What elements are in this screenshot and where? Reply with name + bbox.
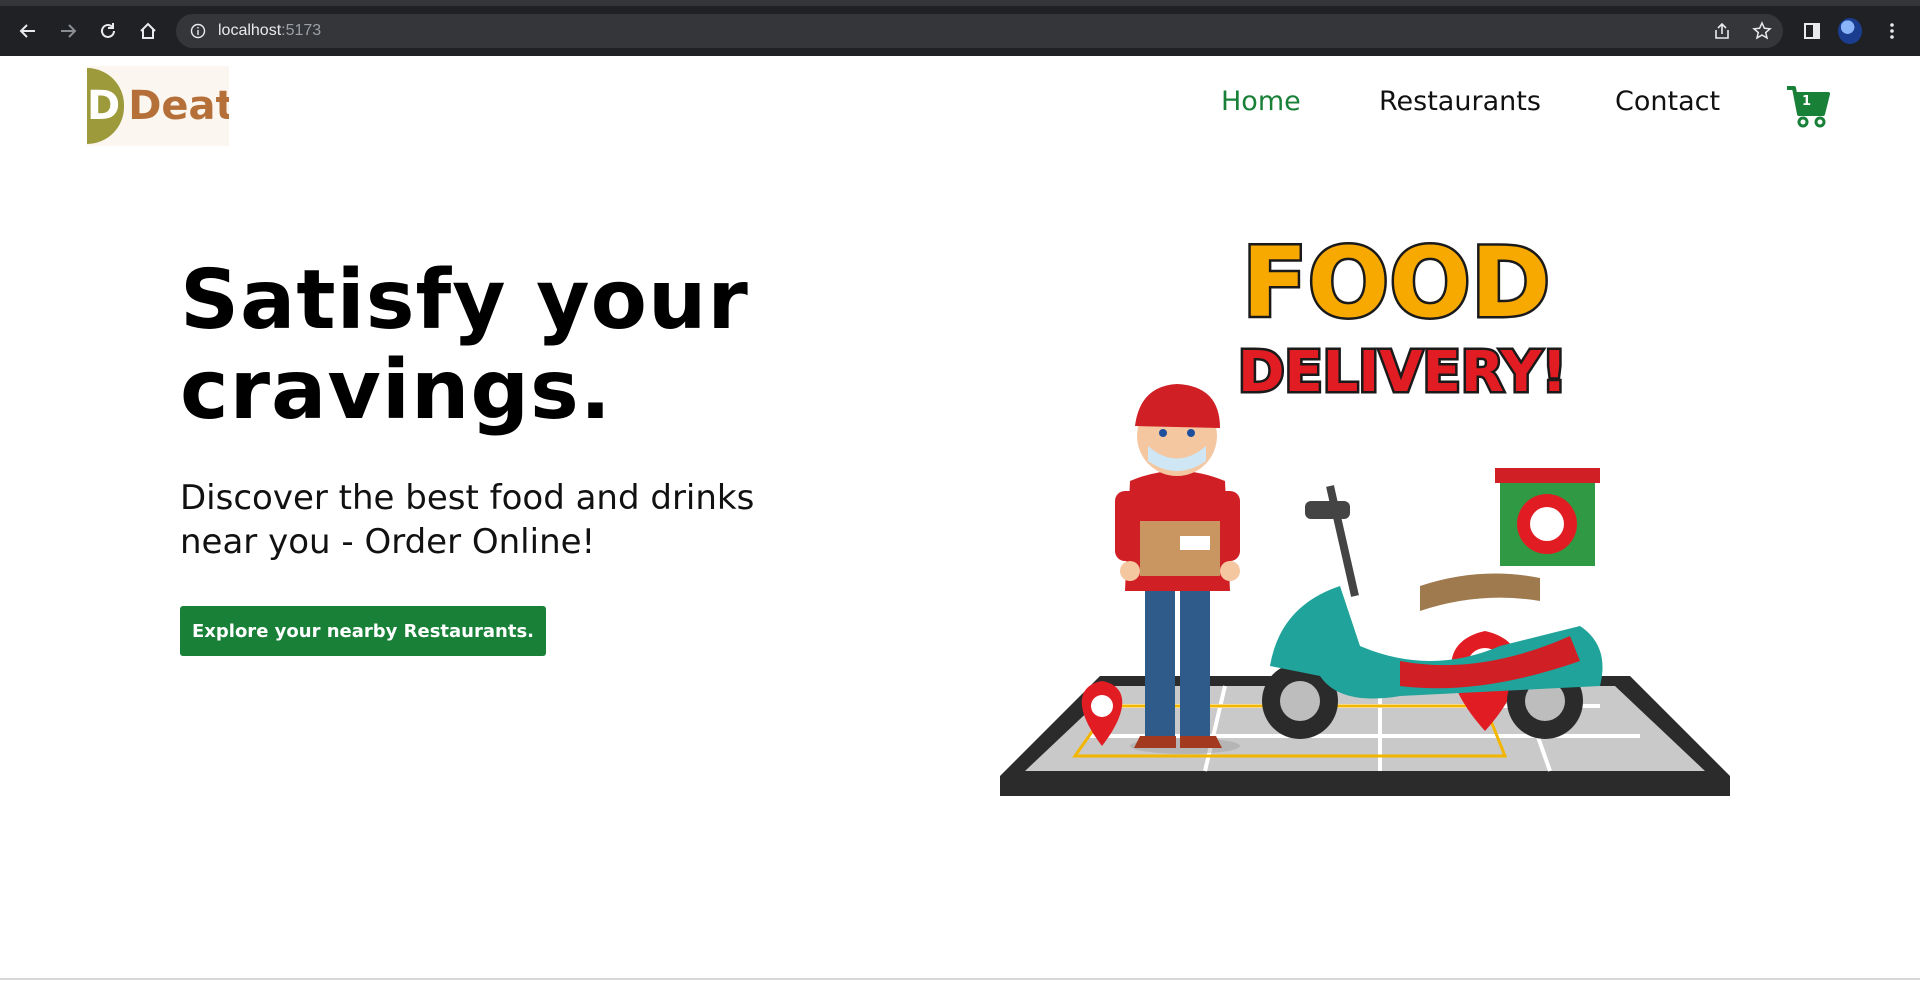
illustration-headline-delivery: DELIVERY!: [1238, 340, 1567, 405]
sidepanel-icon[interactable]: [1800, 19, 1824, 43]
home-icon[interactable]: [134, 17, 162, 45]
hero-subtitle-line-2: near you - Order Online!: [180, 522, 596, 562]
share-icon[interactable]: [1711, 20, 1733, 42]
browser-toolbar: localhost:5173: [0, 0, 1920, 56]
address-bar[interactable]: localhost:5173: [176, 14, 1783, 48]
cart-count: 1: [1802, 94, 1812, 109]
explore-restaurants-button[interactable]: Explore your nearby Restaurants.: [180, 606, 546, 656]
nav-restaurants[interactable]: Restaurants: [1379, 86, 1541, 117]
nav-home[interactable]: Home: [1221, 86, 1301, 117]
illustration-headline-food: FOOD: [1242, 227, 1550, 339]
star-icon[interactable]: [1751, 20, 1773, 42]
forward-icon[interactable]: [54, 17, 82, 45]
hero-subtitle-line-1: Discover the best food and drinks: [180, 478, 755, 518]
cart-button[interactable]: 1: [1785, 84, 1831, 130]
page: D Deat Home Restaurants Contact 1 Satisf…: [0, 56, 1920, 980]
info-icon[interactable]: [190, 23, 206, 39]
avatar[interactable]: [1838, 18, 1862, 44]
menu-icon[interactable]: [1880, 19, 1904, 43]
page-divider: [0, 978, 1920, 980]
hero-title: Satisfy your cravings.: [180, 256, 880, 436]
nav-contact[interactable]: Contact: [1615, 86, 1720, 117]
reload-icon[interactable]: [94, 17, 122, 45]
url-text: localhost:5173: [218, 22, 322, 39]
hero-subtitle: Discover the best food and drinks near y…: [180, 476, 800, 564]
hero-title-line-1: Satisfy your: [180, 253, 749, 348]
food-delivery-illustration: FOOD DELIVERY!: [1000, 225, 1730, 796]
back-icon[interactable]: [14, 17, 42, 45]
main-nav: Home Restaurants Contact: [0, 86, 1920, 126]
hero-title-line-2: cravings.: [180, 343, 612, 438]
